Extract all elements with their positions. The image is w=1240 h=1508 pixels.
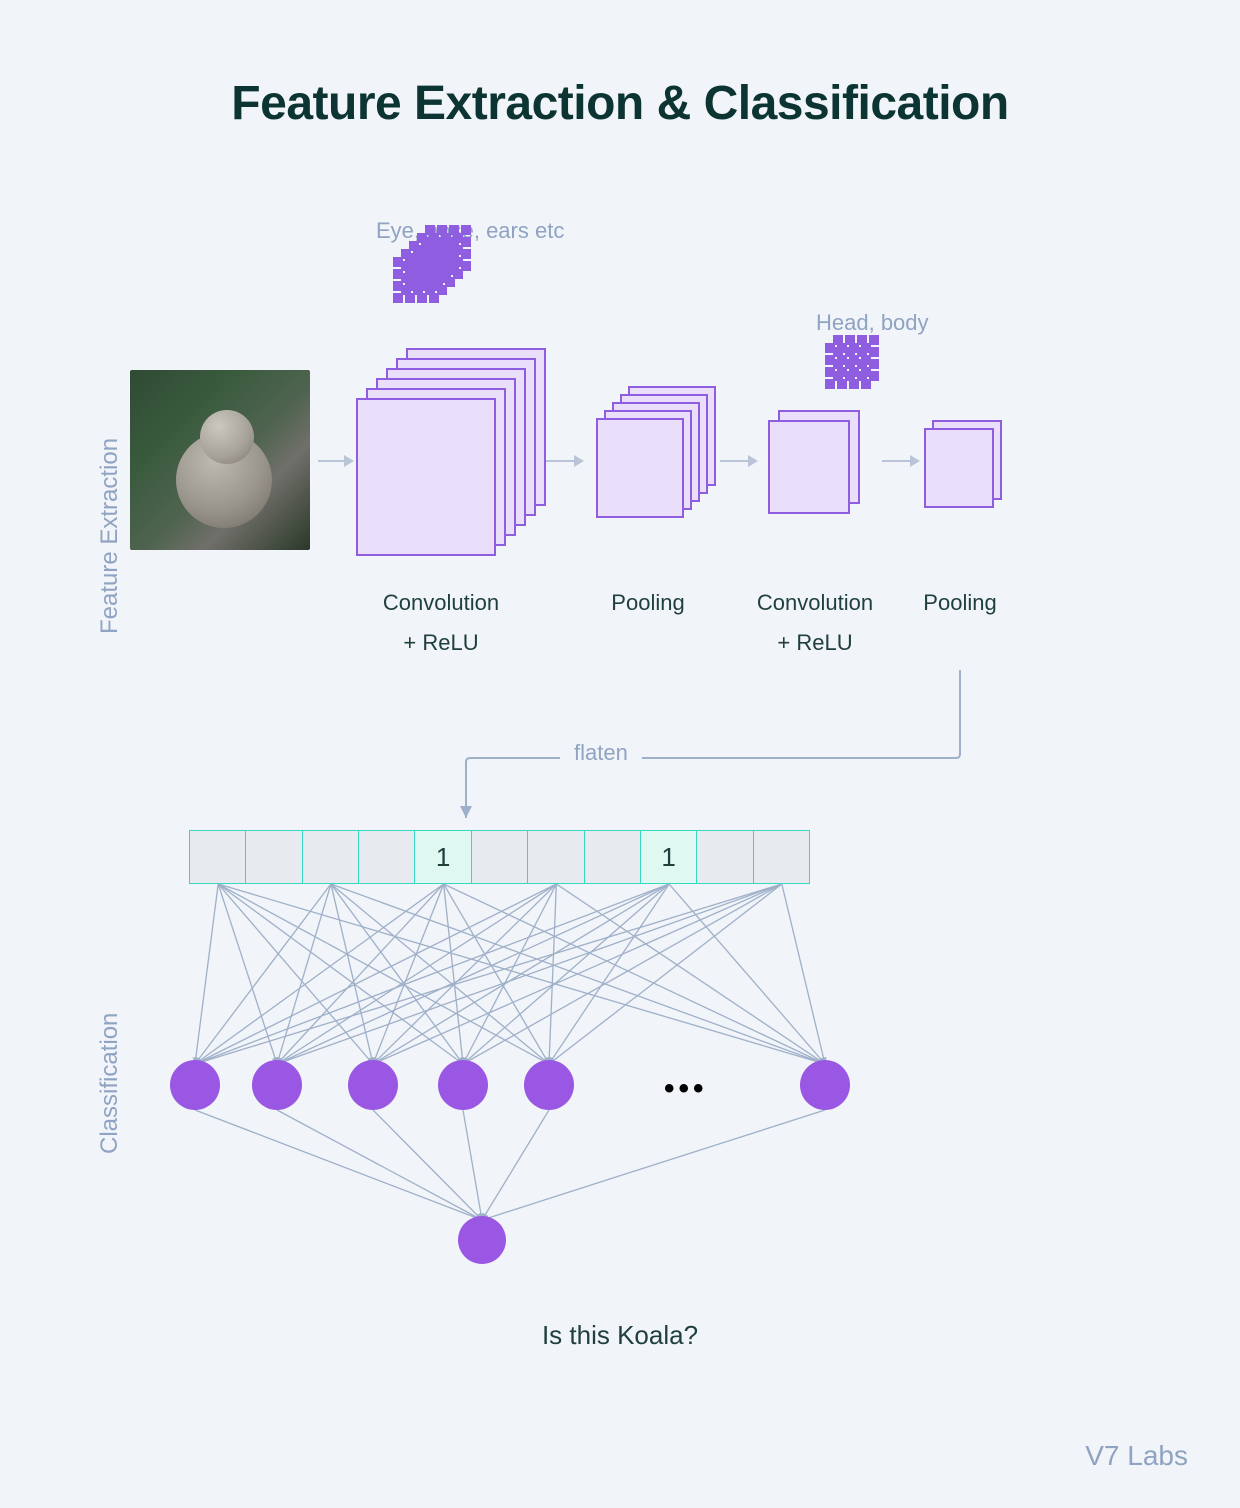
arrow-icon: [720, 460, 750, 462]
output-question: Is this Koala?: [0, 1320, 1240, 1351]
hidden-node: [524, 1060, 574, 1110]
vector-cell: [527, 830, 584, 884]
vector-cell: [302, 830, 359, 884]
page-title: Feature Extraction & Classification: [0, 0, 1240, 131]
flatten-label: flaten: [560, 740, 642, 766]
hidden-node: [800, 1060, 850, 1110]
stage-label-conv2: Convolution + ReLU: [730, 590, 900, 656]
flattened-vector: 11: [190, 830, 810, 884]
output-node: [458, 1216, 506, 1264]
hidden-node: [252, 1060, 302, 1110]
section-label-feature-extraction: Feature Extraction: [96, 438, 124, 634]
vector-cell: [696, 830, 753, 884]
vector-cell: [753, 830, 810, 884]
arrow-icon: [882, 460, 912, 462]
vector-cell: [245, 830, 302, 884]
stage-label-conv1: Convolution + ReLU: [356, 590, 526, 656]
arrow-icon: [318, 460, 346, 462]
stage-label-pool1: Pooling: [588, 590, 708, 616]
credit-label: V7 Labs: [1085, 1440, 1188, 1472]
stage-label-pool2: Pooling: [900, 590, 1020, 616]
vector-cell-value: 1: [640, 830, 697, 884]
section-label-classification: Classification: [96, 1013, 124, 1154]
hidden-node: [348, 1060, 398, 1110]
vector-cell: [471, 830, 528, 884]
vector-cell: [358, 830, 415, 884]
vector-cell-value: 1: [414, 830, 471, 884]
vector-cell: [189, 830, 246, 884]
input-image-koala: [130, 370, 310, 550]
hidden-node: [170, 1060, 220, 1110]
annotation-conv2-features: Head, body: [816, 310, 929, 336]
hidden-node: [438, 1060, 488, 1110]
vector-cell: [584, 830, 641, 884]
ellipsis-icon: •••: [664, 1072, 708, 1106]
arrow-icon: [546, 460, 576, 462]
